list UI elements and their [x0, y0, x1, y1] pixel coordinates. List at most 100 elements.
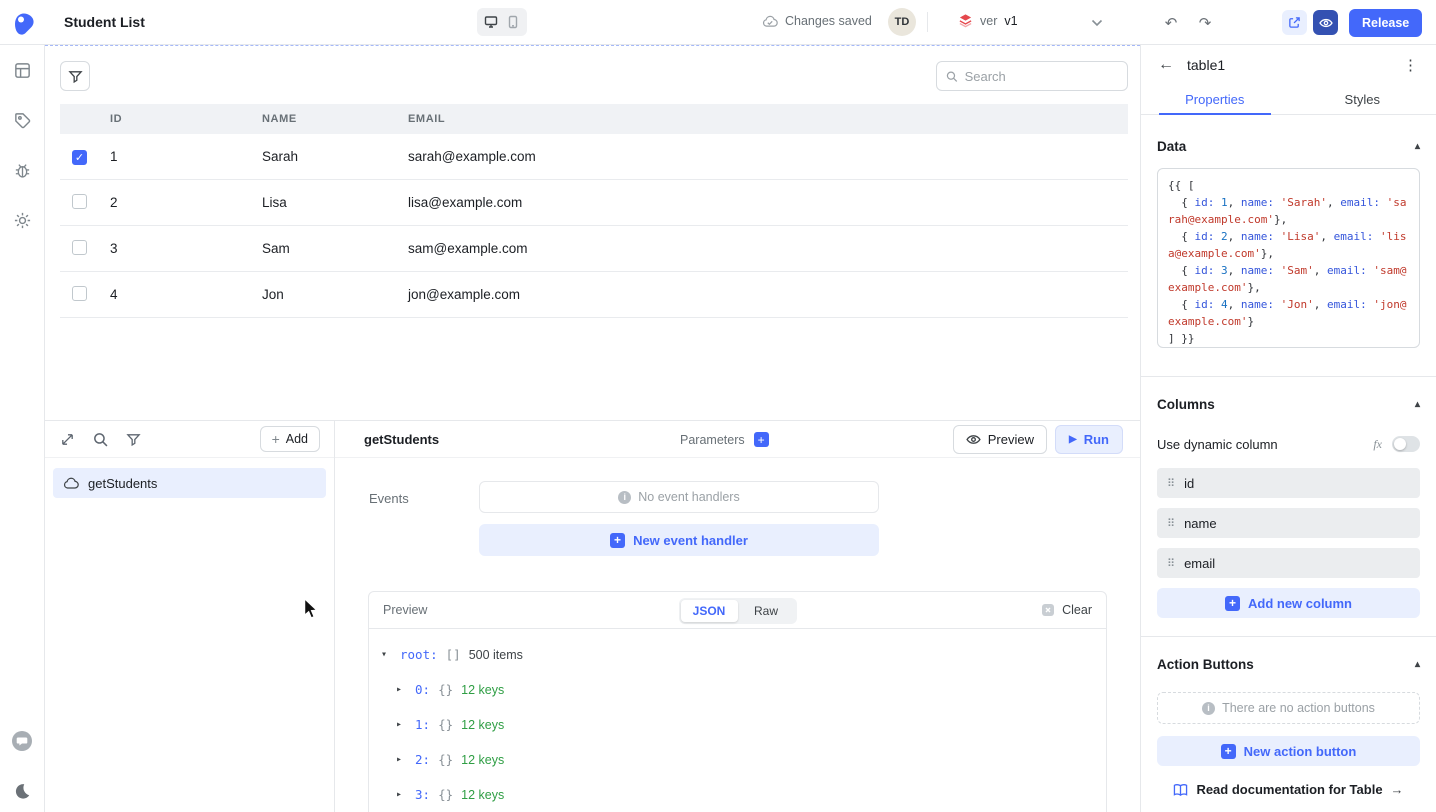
table-search-input[interactable] [965, 69, 1118, 84]
column-item[interactable]: ⠿email [1157, 548, 1420, 578]
tab-properties[interactable]: Properties [1141, 85, 1289, 114]
device-view-toggle[interactable] [477, 8, 527, 36]
query-item-name: getStudents [88, 476, 157, 491]
query-list-pane: + Add getStudents [45, 421, 335, 812]
gear-icon[interactable] [11, 209, 33, 231]
app-window: Student List Changes saved TD ver v1 ↶ ↷ [0, 0, 1436, 812]
book-icon [1173, 783, 1188, 797]
rest-api-cloud-icon [63, 476, 79, 490]
cell-id: 2 [106, 195, 258, 210]
query-name[interactable]: getStudents [364, 432, 439, 447]
columns-section-title: Columns [1157, 397, 1215, 412]
json-tree-node[interactable]: ▸3:{}12 keys [381, 777, 1094, 812]
info-icon: i [618, 491, 631, 504]
version-value: v1 [1004, 14, 1017, 28]
json-tree-root[interactable]: ▾ root: [] 500 items [381, 637, 1094, 672]
cell-email: jon@example.com [404, 287, 1128, 302]
chevron-down-icon[interactable] [1086, 12, 1108, 34]
column-item[interactable]: ⠿id [1157, 468, 1420, 498]
tab-styles[interactable]: Styles [1289, 85, 1436, 114]
table-filter-button[interactable] [60, 61, 90, 91]
new-event-handler-button[interactable]: + New event handler [479, 524, 879, 556]
tab-raw[interactable]: Raw [738, 600, 795, 622]
widget-name[interactable]: table1 [1187, 57, 1225, 73]
expand-panel-icon[interactable] [59, 431, 76, 448]
query-run-button[interactable]: ▶ Run [1055, 425, 1123, 454]
collapse-section-icon[interactable]: ▴ [1415, 399, 1420, 410]
query-list-item[interactable]: getStudents [53, 468, 326, 498]
collapse-caret-icon[interactable]: ▾ [381, 649, 392, 660]
drag-handle-icon[interactable]: ⠿ [1167, 477, 1175, 490]
tooljet-logo-icon[interactable] [9, 8, 39, 38]
pages-icon[interactable] [11, 59, 33, 81]
release-button[interactable]: Release [1349, 9, 1422, 37]
table-body: 1Sarahsarah@example.com2Lisalisa@example… [60, 134, 1128, 318]
json-tree-node[interactable]: ▸2:{}12 keys [381, 742, 1094, 777]
filter-icon[interactable] [125, 431, 142, 448]
clear-preview-button[interactable]: Clear [1041, 603, 1092, 617]
back-arrow-icon[interactable]: ← [1158, 56, 1174, 74]
table-row[interactable]: 2Lisalisa@example.com [60, 180, 1128, 226]
drag-handle-icon[interactable]: ⠿ [1167, 517, 1175, 530]
kebab-menu-icon[interactable]: ⋮ [1403, 56, 1419, 74]
new-action-button[interactable]: + New action button [1157, 736, 1420, 766]
plus-square-icon: + [610, 533, 625, 548]
row-checkbox[interactable] [72, 286, 87, 301]
parameters-label: Parameters [680, 433, 745, 447]
mobile-view-button[interactable] [503, 11, 523, 33]
avatar[interactable]: TD [888, 8, 916, 36]
data-code-editor[interactable]: {{ [ { id: 1, name: 'Sarah', email: 'sar… [1157, 168, 1420, 348]
column-header-name[interactable]: NAME [258, 113, 404, 125]
bug-icon[interactable] [11, 159, 33, 181]
tab-json[interactable]: JSON [681, 600, 738, 622]
no-action-buttons-box: i There are no action buttons [1157, 692, 1420, 724]
version-prefix: ver [980, 14, 997, 28]
expand-caret-icon[interactable]: ▸ [396, 684, 407, 695]
add-query-button[interactable]: + Add [260, 426, 320, 452]
redo-button[interactable]: ↷ [1192, 10, 1218, 36]
version-icon [958, 13, 973, 28]
table1-widget[interactable]: ID NAME EMAIL 1Sarahsarah@example.com2Li… [60, 61, 1128, 420]
changes-saved-status: Changes saved [762, 14, 872, 28]
add-parameter-button[interactable]: + [754, 432, 769, 447]
search-icon[interactable] [92, 431, 109, 448]
app-preview-button[interactable] [1313, 10, 1338, 35]
drag-handle-icon[interactable]: ⠿ [1167, 557, 1175, 570]
table-row[interactable]: 4Jonjon@example.com [60, 272, 1128, 318]
share-button[interactable] [1282, 10, 1307, 35]
column-item[interactable]: ⠿name [1157, 508, 1420, 538]
collapse-section-icon[interactable]: ▴ [1415, 141, 1420, 152]
desktop-view-button[interactable] [481, 11, 501, 33]
expand-caret-icon[interactable]: ▸ [396, 719, 407, 730]
cell-id: 3 [106, 241, 258, 256]
json-tree-node[interactable]: ▸1:{}12 keys [381, 707, 1094, 742]
row-checkbox[interactable] [72, 240, 87, 255]
tag-icon[interactable] [11, 109, 33, 131]
table-row[interactable]: 3Samsam@example.com [60, 226, 1128, 272]
fx-icon[interactable]: fx [1373, 437, 1382, 452]
query-preview-button[interactable]: Preview [953, 425, 1047, 454]
eye-icon [966, 434, 981, 445]
table-search[interactable] [936, 61, 1128, 91]
undo-button[interactable]: ↶ [1158, 10, 1184, 36]
row-checkbox[interactable] [72, 150, 87, 165]
changes-saved-label: Changes saved [785, 14, 872, 28]
data-section: Data ▴ {{ [ { id: 1, name: 'Sarah', emai… [1141, 115, 1436, 348]
dynamic-column-toggle[interactable] [1392, 436, 1420, 452]
comments-icon[interactable] [11, 730, 33, 752]
app-title[interactable]: Student List [64, 14, 145, 30]
dark-mode-moon-icon[interactable] [11, 780, 33, 802]
add-new-column-button[interactable]: + Add new column [1157, 588, 1420, 618]
cell-email: lisa@example.com [404, 195, 1128, 210]
events-label: Events [369, 491, 409, 506]
table-row[interactable]: 1Sarahsarah@example.com [60, 134, 1128, 180]
column-header-id[interactable]: ID [106, 113, 258, 125]
column-header-email[interactable]: EMAIL [404, 113, 1128, 125]
expand-caret-icon[interactable]: ▸ [396, 754, 407, 765]
row-checkbox[interactable] [72, 194, 87, 209]
read-documentation-link[interactable]: Read documentation for Table → [1157, 782, 1420, 797]
version-selector[interactable]: ver v1 [958, 13, 1018, 28]
collapse-section-icon[interactable]: ▴ [1415, 659, 1420, 670]
json-tree-node[interactable]: ▸0:{}12 keys [381, 672, 1094, 707]
expand-caret-icon[interactable]: ▸ [396, 789, 407, 800]
